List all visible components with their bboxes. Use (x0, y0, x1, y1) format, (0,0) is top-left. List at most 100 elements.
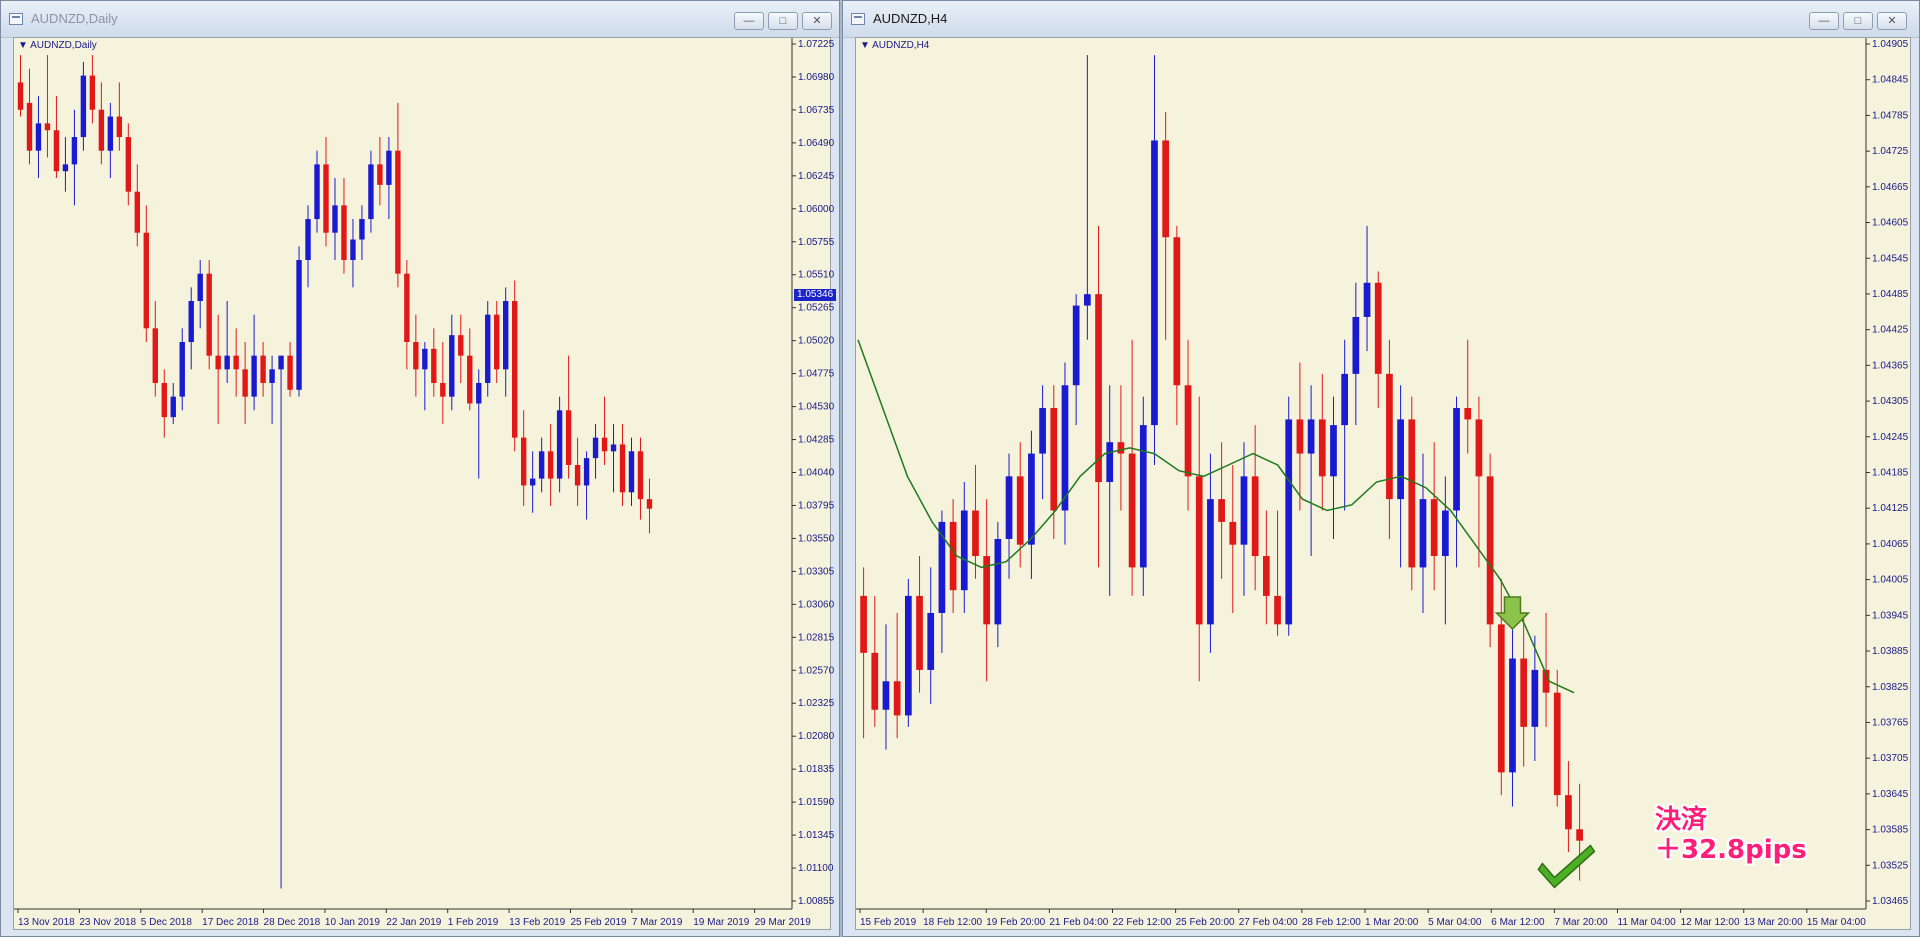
candle-body (1285, 419, 1293, 625)
candle-body (520, 437, 527, 486)
time-tick-label: 1 Feb 2019 (448, 917, 499, 928)
candle-body (323, 164, 329, 233)
candle-body (170, 396, 176, 418)
h4-symbol-text: AUDNZD,H4 (872, 40, 930, 51)
candle-body (98, 109, 105, 151)
candle-body (1005, 476, 1013, 539)
price-tick-label: 1.03305 (798, 566, 834, 577)
price-tick-label: 1.04005 (1872, 575, 1909, 586)
candle-body (413, 341, 419, 370)
daily-candlestick-chart[interactable]: 1.07225 1.06980 1.06735 1.06490 1.06245 1.060… (14, 38, 834, 931)
candle-body (341, 205, 347, 261)
price-tick-label: 1.04665 (1872, 182, 1909, 193)
price-tick-label: 1.04040 (798, 468, 834, 479)
candle-body (1251, 476, 1259, 557)
candle-body (583, 458, 590, 486)
time-tick-label: 15 Feb 2019 (860, 917, 917, 928)
h4-chart-area[interactable]: 1.04905 1.04845 1.04785 1.04725 1.04665 1.046… (855, 37, 1911, 930)
candle-body (359, 219, 365, 240)
time-tick-label: 12 Mar 12:00 (1681, 917, 1740, 928)
candle-body (1184, 385, 1192, 477)
time-tick-label: 23 Nov 2018 (79, 917, 136, 928)
settlement-annotation: 決済 ＋32.8pips (1655, 805, 1807, 865)
candle-body (1229, 521, 1237, 545)
candle-body (1430, 499, 1438, 557)
price-tick-label: 1.01100 (798, 863, 834, 874)
time-tick-label: 5 Dec 2018 (141, 917, 193, 928)
maximize-button[interactable]: □ (1843, 12, 1873, 30)
time-tick-label: 13 Mar 20:00 (1744, 917, 1803, 928)
candle-body (431, 348, 437, 383)
h4-candlestick-chart[interactable]: 1.04905 1.04845 1.04785 1.04725 1.04665 1.046… (856, 38, 1914, 931)
candle-body (116, 116, 123, 138)
candle-body (646, 499, 653, 509)
time-tick-label: 18 Feb 12:00 (923, 917, 982, 928)
chart-window-icon (9, 13, 23, 25)
time-tick-label: 15 Mar 04:00 (1807, 917, 1866, 928)
candle-body (278, 355, 284, 370)
candle-body (1106, 442, 1114, 483)
time-tick-label: 27 Feb 04:00 (1239, 917, 1298, 928)
time-tick-label: 17 Dec 2018 (202, 917, 259, 928)
price-tick-label: 1.06000 (798, 204, 834, 215)
close-button[interactable]: ✕ (1877, 12, 1907, 30)
candle-body (107, 116, 114, 151)
price-tick-label: 1.03765 (1872, 717, 1909, 728)
minimize-button[interactable]: — (1809, 12, 1839, 30)
daily-chart-area[interactable]: 1.07225 1.06980 1.06735 1.06490 1.06245 1.060… (13, 37, 837, 931)
candle-body (242, 369, 248, 397)
price-tick-label: 1.04065 (1872, 539, 1909, 550)
candle-body (619, 444, 626, 493)
maximize-button[interactable]: □ (768, 12, 798, 30)
candle-body (927, 612, 935, 670)
candle-body (314, 164, 320, 220)
price-tick-label: 1.04245 (1872, 432, 1909, 443)
candle-body (1128, 453, 1136, 568)
candle-body (35, 123, 42, 151)
candle-body (89, 75, 96, 110)
candle-body (476, 382, 482, 404)
candle-body (260, 355, 266, 383)
candle-body (601, 437, 608, 452)
candle-body (1565, 795, 1572, 830)
candle-body (368, 164, 374, 220)
candle-body (332, 205, 338, 233)
daily-symbol-text: AUDNZD,Daily (30, 40, 97, 51)
candle-body (215, 355, 221, 370)
pips-result: ＋32.8pips (1655, 835, 1807, 865)
price-tick-label: 1.04545 (1872, 253, 1909, 264)
candle-body (71, 137, 78, 165)
candle-body (556, 410, 563, 479)
close-button[interactable]: ✕ (802, 12, 832, 30)
price-tick-label: 1.01345 (798, 830, 834, 841)
daily-chart-window[interactable]: AUDNZD,Daily — □ ✕ 1.07225 1.06980 1.06735… (0, 0, 840, 937)
price-tick-label: 1.04905 (1872, 39, 1909, 50)
time-tick-label: 6 Mar 12:00 (1491, 917, 1545, 928)
candle-body (206, 273, 212, 356)
candle-body (62, 164, 69, 172)
minimize-button[interactable]: — (734, 12, 764, 30)
daily-chart-titlebar[interactable]: AUDNZD,Daily — □ ✕ (1, 1, 839, 38)
h4-chart-window[interactable]: AUDNZD,H4 — □ ✕ 1.04905 1.04845 1.04785 1.0… (842, 0, 1920, 937)
price-tick-label: 1.03795 (798, 500, 834, 511)
candle-body (1408, 419, 1416, 568)
price-tick-label: 1.05265 (798, 303, 834, 314)
candle-body (1162, 140, 1170, 238)
price-tick-label: 1.03465 (1872, 896, 1909, 907)
settlement-label: 決済 (1655, 805, 1708, 835)
candle-body (503, 301, 509, 370)
candle-body (610, 444, 617, 452)
price-tick-label: 1.00855 (798, 896, 834, 907)
candle-body (960, 510, 968, 591)
candle-body (1374, 282, 1382, 374)
price-tick-label: 1.06245 (798, 171, 834, 182)
candle-body (26, 102, 33, 151)
time-tick-label: 22 Feb 12:00 (1113, 917, 1172, 928)
candle-body (565, 410, 572, 465)
time-tick-label: 19 Feb 20:00 (986, 917, 1045, 928)
price-tick-label: 1.03060 (798, 599, 834, 610)
candle-body (904, 595, 912, 716)
candle-body (251, 355, 257, 397)
h4-chart-titlebar[interactable]: AUDNZD,H4 — □ ✕ (843, 1, 1919, 38)
time-tick-label: 10 Jan 2019 (325, 917, 380, 928)
